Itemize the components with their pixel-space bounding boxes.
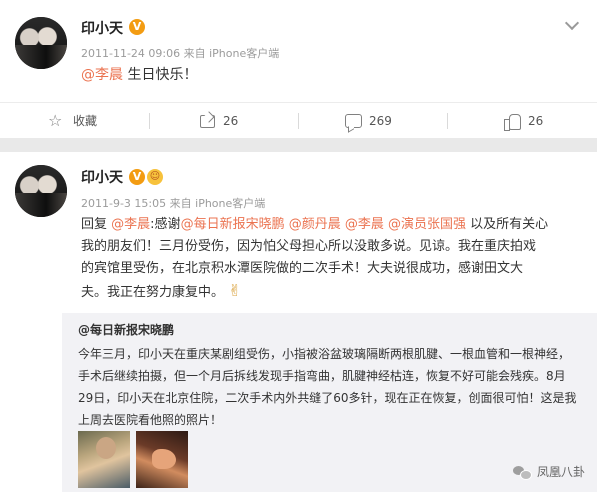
post-text-end: 夫。我正在努力康复中。 xyxy=(81,285,225,300)
post-text-line: 回复 @李晨:感谢@每日新报宋晓鹏 @颜丹晨 @李晨 @演员张国强 以及所有关心 xyxy=(81,214,586,236)
action-bar: ☆ 收藏 26 269 26 xyxy=(0,103,597,138)
post-text-line: 我的朋友们！三月份受伤，因为怕父母担心所以没敢多说。见谅。我在重庆拍戏 xyxy=(81,239,537,254)
share-count: 26 xyxy=(223,113,239,128)
like-button[interactable]: 26 xyxy=(503,103,543,138)
avatar[interactable] xyxy=(15,17,67,69)
post-time[interactable]: 2011-11-24 09:06 xyxy=(81,47,180,60)
post-time[interactable]: 2011-9-3 15:05 xyxy=(81,197,166,210)
quoted-text-line: 上周去医院看他照的照片！ xyxy=(78,413,223,427)
post-text-tail: 以及所有关心 xyxy=(466,217,549,232)
post-source: 来自 iPhone客户端 xyxy=(183,47,280,60)
wechat-icon xyxy=(512,465,532,480)
divider xyxy=(298,113,299,129)
thumbs-up-icon xyxy=(503,112,521,131)
divider xyxy=(149,113,150,129)
comment-count: 269 xyxy=(369,113,392,128)
favorite-label: 收藏 xyxy=(73,114,98,128)
reply-prefix: 回复 xyxy=(81,217,108,232)
post-card-1: 印小天 V 2011-11-24 09:06 来自 iPhone客户端 @李晨 … xyxy=(0,0,597,138)
star-icon: ☆ xyxy=(48,110,63,130)
chevron-down-icon[interactable] xyxy=(565,18,579,32)
medal-badge-icon: ☺ xyxy=(147,169,163,185)
quoted-text-line: 今年三月，印小天在重庆某剧组受伤，小指被浴盆玻璃隔断两根肌腱、一根血管和一根神经… xyxy=(78,347,571,361)
avatar[interactable] xyxy=(15,165,67,217)
mention-link[interactable]: @颜丹晨 xyxy=(289,217,341,232)
post-text: 回复 @李晨:感谢@每日新报宋晓鹏 @颜丹晨 @李晨 @演员张国强 以及所有关心… xyxy=(81,214,586,304)
watermark-text: 凤凰八卦 xyxy=(536,465,585,479)
post-meta: 2011-9-3 15:05 来自 iPhone客户端 xyxy=(81,195,265,211)
like-count: 26 xyxy=(528,113,544,128)
post-source: 来自 iPhone客户端 xyxy=(169,197,266,210)
share-icon xyxy=(198,112,216,130)
photo-thumbnail[interactable] xyxy=(136,431,188,488)
author-name[interactable]: 印小天 xyxy=(81,18,123,38)
post-text-line: 的宾馆里受伤，在北京积水潭医院做的二次手术！大夫说很成功，感谢田文大 xyxy=(81,261,524,276)
post-card-2: 印小天 V ☺ 2011-9-3 15:05 来自 iPhone客户端 回复 @… xyxy=(0,152,597,492)
quoted-text-line: 29日，印小天在北京住院，二次手术内外共缝了60多针，现在正在恢复，创面很可怕！… xyxy=(78,391,577,405)
mention-link[interactable]: @李晨 xyxy=(81,67,123,83)
verified-badge-icon: V xyxy=(129,19,145,35)
quoted-text: 今年三月，印小天在重庆某剧组受伤，小指被浴盆玻璃隔断两根肌腱、一根血管和一根神经… xyxy=(78,343,588,431)
post-text: @李晨 生日快乐！ xyxy=(81,64,197,86)
mention-link[interactable]: @李晨 xyxy=(345,217,384,232)
comment-button[interactable]: 269 xyxy=(344,103,392,138)
photo-thumbnail[interactable] xyxy=(78,431,130,488)
thanks-text: :感谢 xyxy=(150,217,181,232)
author-name[interactable]: 印小天 xyxy=(81,167,123,187)
post-text-body: 生日快乐！ xyxy=(123,67,198,83)
victory-hand-icon: ✌ xyxy=(228,281,242,300)
post-text-line: 夫。我正在努力康复中。 ✌ xyxy=(81,280,586,304)
favorite-button[interactable]: ☆ 收藏 xyxy=(48,103,97,138)
weibo-screenshot: 印小天 V 2011-11-24 09:06 来自 iPhone客户端 @李晨 … xyxy=(0,0,597,492)
quoted-author-link[interactable]: @每日新报宋晓鹏 xyxy=(78,321,174,338)
mention-link[interactable]: @李晨 xyxy=(111,217,150,232)
mention-link[interactable]: @每日新报宋晓鹏 xyxy=(181,217,285,232)
share-button[interactable]: 26 xyxy=(198,103,238,138)
quoted-text-line: 手术后继续拍摄，但一个月后拆线发现手指弯曲，肌腱神经枯连，恢复不好可能会残疾。8… xyxy=(78,369,566,383)
watermark: 凤凰八卦 xyxy=(512,463,585,480)
divider xyxy=(447,113,448,129)
mention-link[interactable]: @演员张国强 xyxy=(388,217,466,232)
verified-badge-icon: V xyxy=(129,169,145,185)
comment-icon xyxy=(344,112,362,130)
post-meta: 2011-11-24 09:06 来自 iPhone客户端 xyxy=(81,45,279,61)
